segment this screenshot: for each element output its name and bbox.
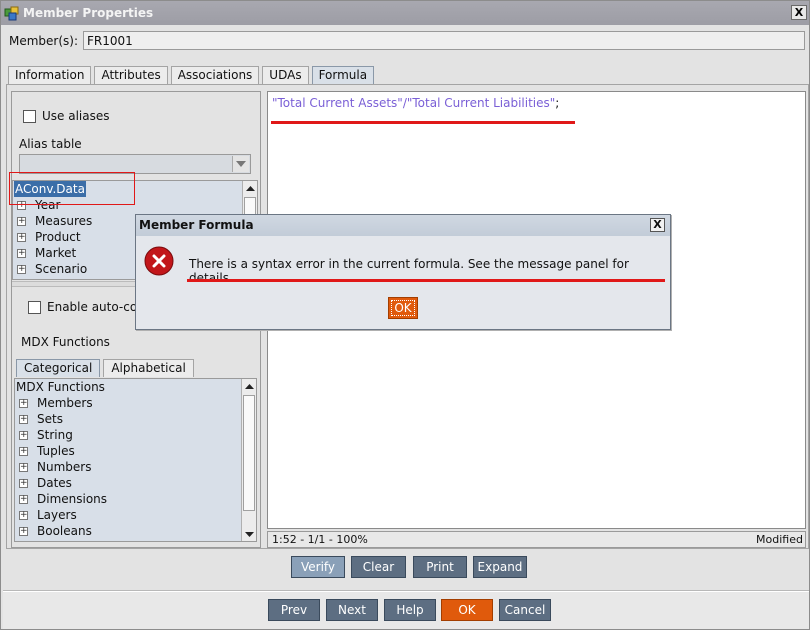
tab-information[interactable]: Information [8,66,92,84]
mdx-functions-label: MDX Functions [21,335,110,349]
expand-plus-icon[interactable]: + [19,494,28,504]
member-formula-dialog: Member Formula X There is a syntax error… [135,214,671,330]
scroll-thumb[interactable] [243,395,255,511]
annotation-underline-message [187,279,665,282]
member-label: Member(s): [9,34,79,48]
help-button[interactable]: Help [384,599,436,621]
mdx-tree-scrollbar[interactable] [241,379,256,541]
mdx-node-members[interactable]: + Members [15,395,256,411]
tab-udas[interactable]: UDAs [262,66,309,84]
expand-button[interactable]: Expand [473,556,527,578]
mdx-node-tuples[interactable]: + Tuples [15,443,256,459]
dialog-close-button[interactable]: X [650,218,665,232]
expand-plus-icon[interactable]: + [17,248,26,258]
expand-plus-icon[interactable]: + [19,510,28,520]
expand-plus-icon[interactable]: + [19,446,28,456]
use-aliases-row: Use aliases [23,109,110,123]
formula-terminator: ; [555,96,560,110]
mdx-node-sets[interactable]: + Sets [15,411,256,427]
error-icon [144,246,174,276]
scroll-up-icon[interactable] [243,181,257,195]
next-button[interactable]: Next [326,599,378,621]
window-close-button[interactable]: X [791,5,807,20]
enable-autocomplete-row: Enable auto-co [28,300,137,314]
mdx-node-booleans[interactable]: + Booleans [15,523,256,539]
alias-table-label: Alias table [19,137,82,151]
tab-attributes[interactable]: Attributes [94,66,168,84]
cursor-position: 1:52 - 1/1 - 100% [272,533,368,546]
expand-plus-icon[interactable]: + [17,216,26,226]
tab-formula[interactable]: Formula [311,66,375,85]
clear-button[interactable]: Clear [351,556,406,578]
member-properties-window: Member Properties X Member(s): FR1001 In… [0,0,810,630]
dialog-ok-button[interactable]: OK [388,297,418,319]
scroll-up-icon[interactable] [242,379,256,393]
annotation-box-root [9,172,135,205]
subtab-alphabetical[interactable]: Alphabetical [103,359,194,377]
use-aliases-checkbox[interactable] [23,109,36,123]
expand-plus-icon[interactable]: + [17,264,26,274]
prev-button[interactable]: Prev [268,599,320,621]
dialog-ok-label: OK [391,300,415,316]
formula-text[interactable]: "Total Current Assets"/"Total Current Li… [272,96,559,110]
cancel-button[interactable]: Cancel [499,599,551,621]
use-aliases-label: Use aliases [42,109,110,123]
expand-plus-icon[interactable]: + [19,414,28,424]
member-row: Member(s): [9,31,84,51]
member-properties-icon [4,6,19,21]
enable-autocomplete-label: Enable auto-co [47,300,138,314]
chevron-down-icon [236,161,246,167]
member-field[interactable]: FR1001 [83,31,805,50]
window-title: Member Properties [23,6,154,20]
enable-autocomplete-checkbox[interactable] [28,300,41,314]
expand-plus-icon[interactable]: + [19,430,28,440]
mdx-node-dates[interactable]: + Dates [15,475,256,491]
dialog-title: Member Formula [136,215,670,236]
annotation-underline-formula [271,121,575,124]
alias-dropdown-arrow[interactable] [232,156,249,172]
expand-plus-icon[interactable]: + [19,398,28,408]
title-bar: Member Properties X [1,1,809,25]
expand-plus-icon[interactable]: + [19,526,28,536]
modified-status: Modified [756,533,803,546]
ok-button[interactable]: OK [441,599,493,621]
verify-button[interactable]: Verify [291,556,345,578]
editor-status-bar: 1:52 - 1/1 - 100% Modified [267,531,806,548]
expand-plus-icon[interactable]: + [17,232,26,242]
formula-expression: "Total Current Assets"/"Total Current Li… [272,96,556,110]
mdx-subtabs: Categorical Alphabetical [16,359,197,377]
mdx-node-string[interactable]: + String [15,427,256,443]
expand-plus-icon[interactable]: + [19,478,28,488]
mdx-node-dimensions[interactable]: + Dimensions [15,491,256,507]
tab-associations[interactable]: Associations [170,66,260,84]
mdx-tree-root[interactable]: MDX Functions [15,379,256,395]
subtab-categorical[interactable]: Categorical [16,359,101,377]
print-button[interactable]: Print [413,556,467,578]
scroll-down-icon[interactable] [242,527,256,541]
mdx-functions-tree: MDX Functions + Members + Sets + String + Tu… [14,378,257,542]
mdx-node-numbers[interactable]: + Numbers [15,459,256,475]
alias-table-select[interactable] [19,154,251,174]
mdx-node-layers[interactable]: + Layers [15,507,256,523]
expand-plus-icon[interactable]: + [19,462,28,472]
property-tabs: Information Attributes Associations UDAs… [8,66,377,85]
